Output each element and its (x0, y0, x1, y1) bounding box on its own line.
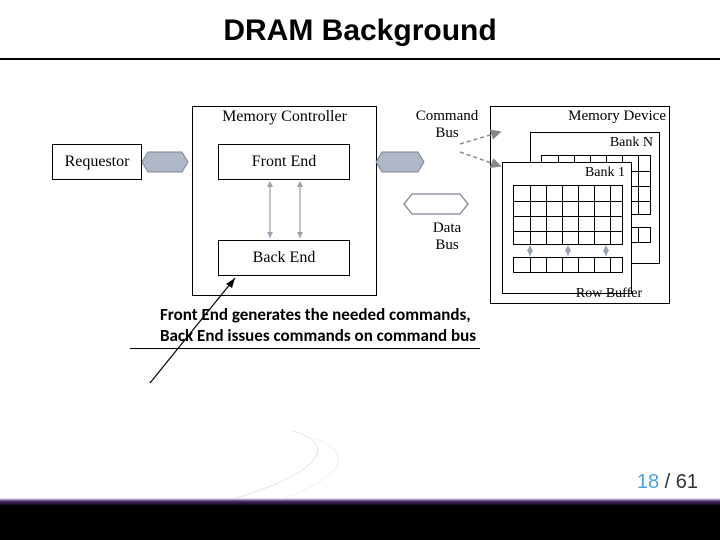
caption-underline (130, 348, 480, 349)
caption-line-1: Front End generates the needed commands, (160, 304, 476, 325)
title-divider (0, 58, 720, 60)
front-end-box: Front End (218, 144, 350, 180)
bank-n-label: Bank N (610, 135, 653, 151)
page-total: 61 (676, 471, 698, 493)
bank-1-rowbuf (513, 257, 623, 273)
caption: Front End generates the needed commands,… (160, 304, 476, 347)
requestor-box: Requestor (52, 144, 142, 180)
data-bus-label: Data Bus (408, 220, 486, 255)
memory-controller-label: Memory Controller (192, 108, 377, 126)
footer-bar (0, 500, 720, 540)
bank-1-grid (513, 185, 623, 245)
back-end-box: Back End (218, 240, 350, 276)
page-current: 18 (637, 471, 659, 493)
caption-line-2: Back End issues commands on command bus (160, 325, 476, 346)
command-bus-label: Command Bus (408, 108, 486, 143)
bank-1: Bank 1 (502, 162, 632, 294)
page-sep: / (659, 471, 676, 493)
slide-title: DRAM Background (0, 0, 720, 48)
page-number: 18 / 61 (637, 471, 698, 494)
memory-device-label: Memory Device (496, 108, 666, 125)
bank-1-label: Bank 1 (585, 165, 625, 181)
row-buffer-label: Row Buffer (544, 286, 674, 302)
